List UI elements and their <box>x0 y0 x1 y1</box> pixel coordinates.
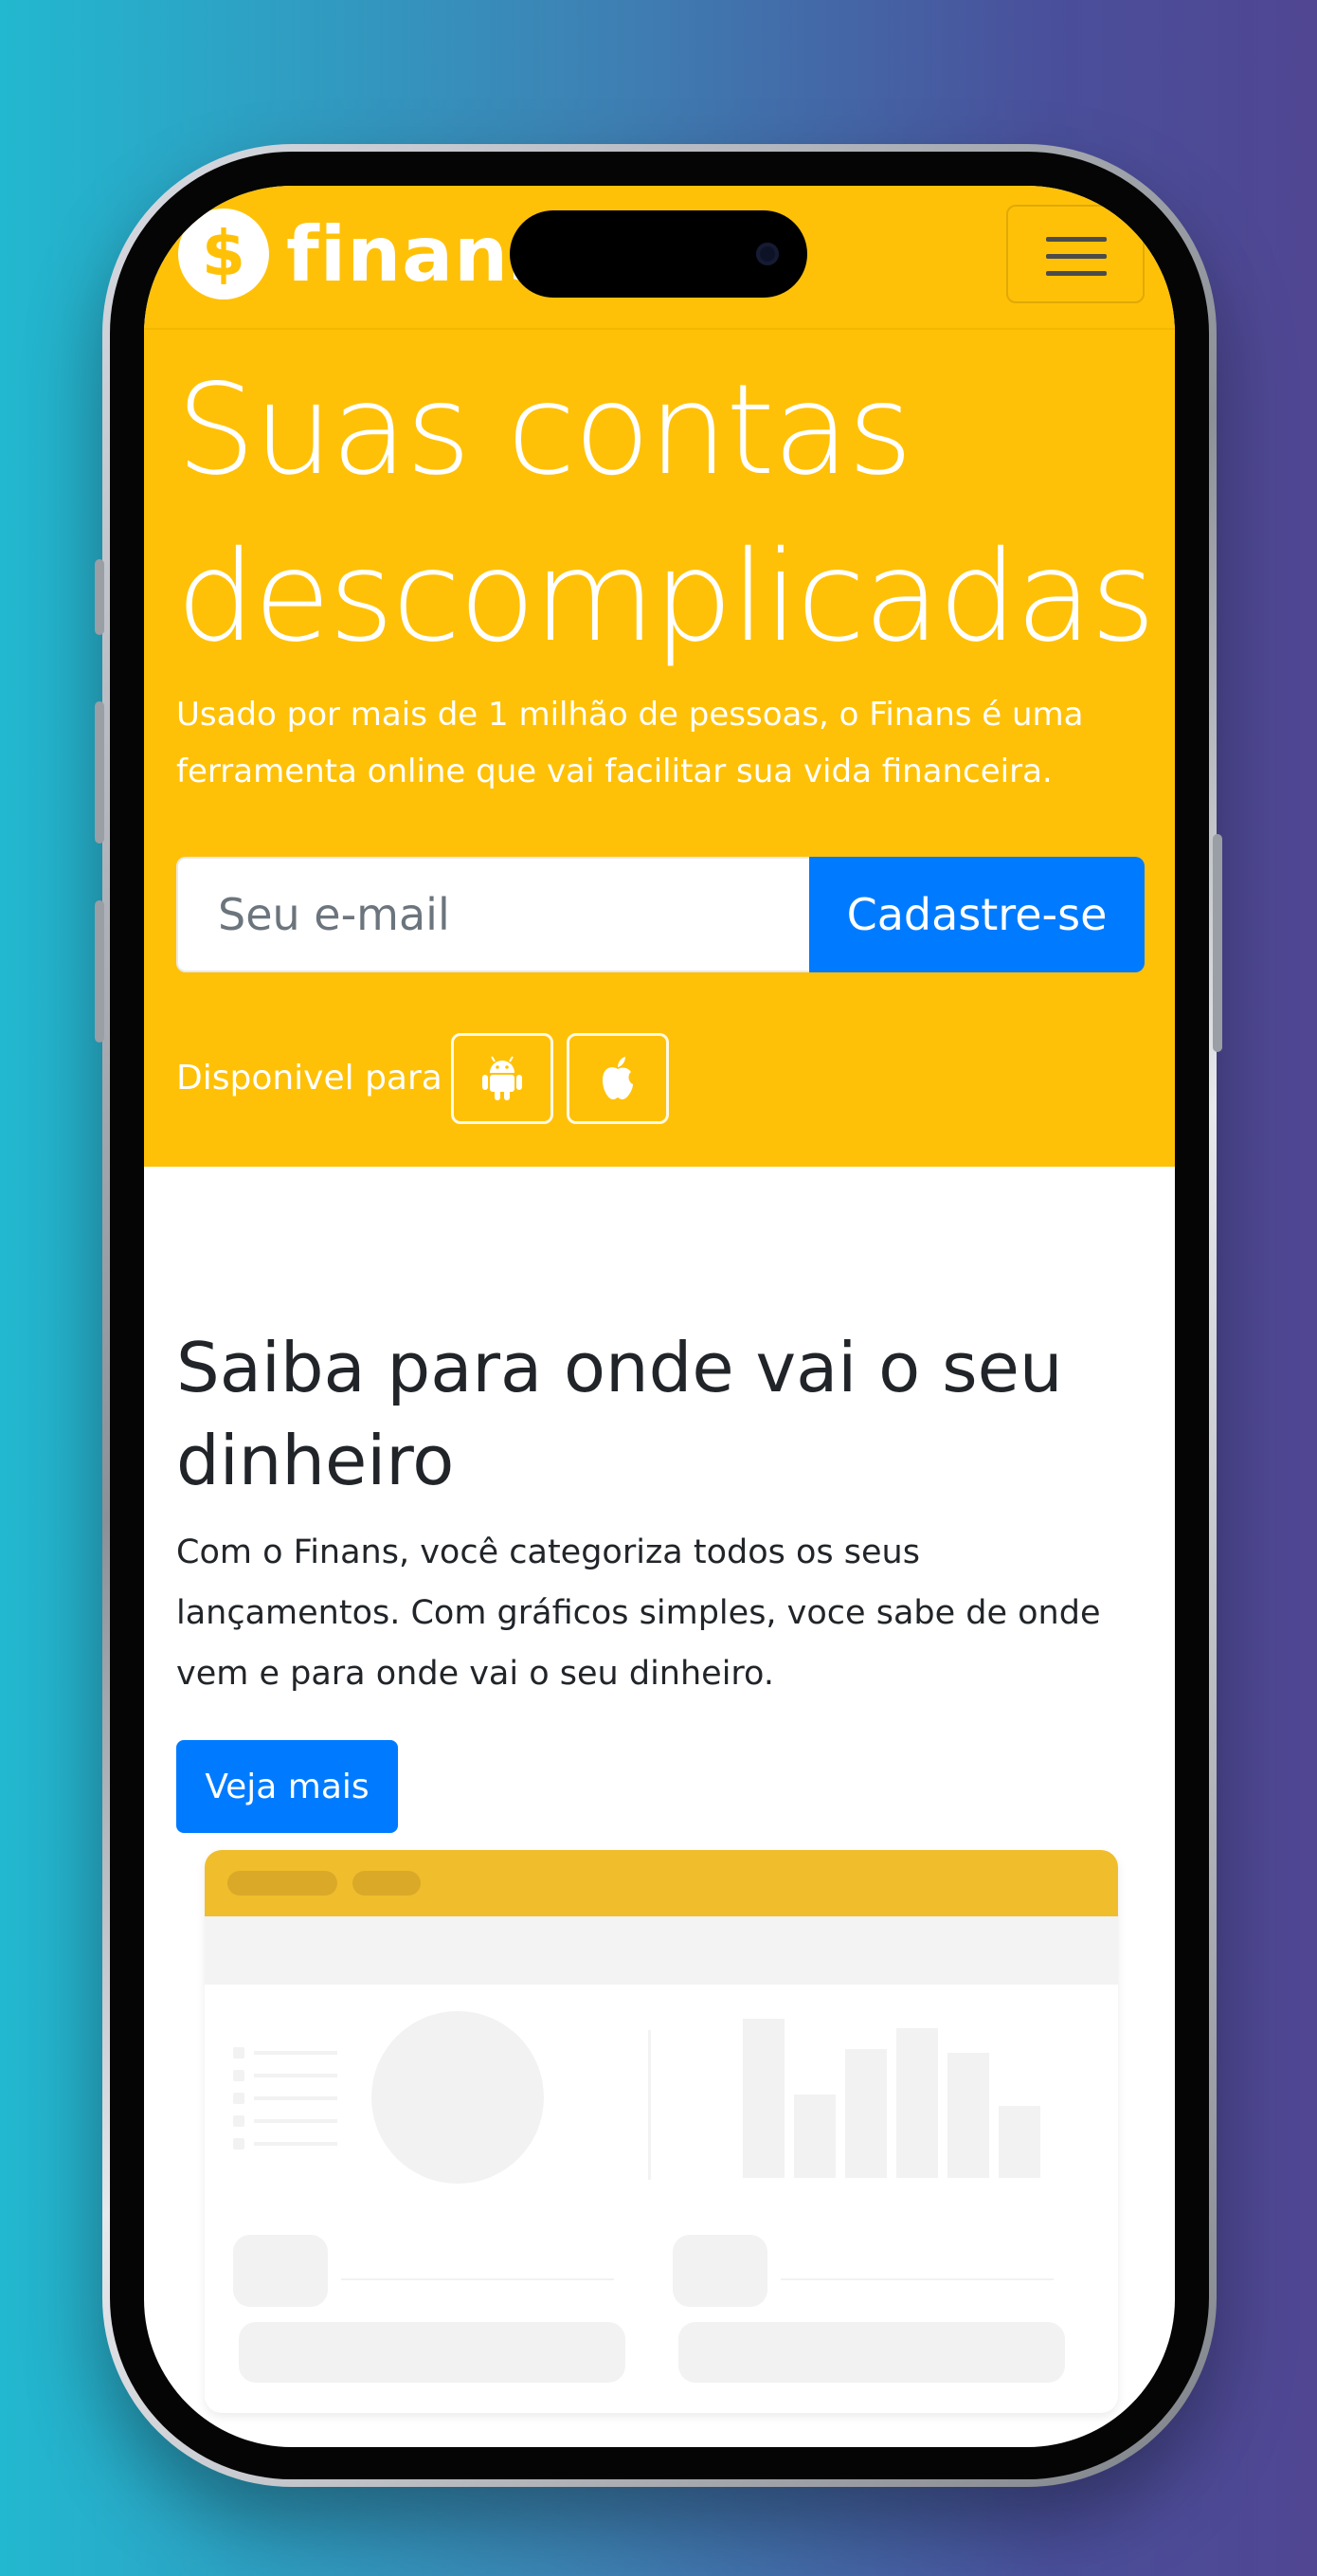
available-label: Disponivel para <box>176 1059 442 1098</box>
dashboard-mockup-image <box>205 1850 1118 2413</box>
mockup-bar <box>845 2049 887 2178</box>
mockup-header-pill <box>352 1871 421 1896</box>
mockup-card-button <box>678 2322 1065 2383</box>
mockup-header <box>205 1850 1118 1916</box>
mockup-legend <box>233 2115 244 2127</box>
front-camera <box>756 243 779 265</box>
mockup-card-line <box>341 2278 614 2280</box>
android-icon <box>482 1056 522 1100</box>
mockup-pie-chart <box>371 2011 544 2184</box>
mockup-bar <box>947 2053 989 2178</box>
mockup-header-pill <box>227 1871 337 1896</box>
mockup-bar <box>896 2028 938 2178</box>
feature-title: Saiba para onde vai o seu dinheiro <box>176 1328 1063 1500</box>
mockup-legend <box>233 2047 244 2059</box>
hero-headline: Suas contas descomplicadas <box>176 347 1162 680</box>
mockup-bar <box>794 2095 836 2178</box>
hero-section: $ finans Suas contas descomplicadas Usad… <box>144 186 1175 1167</box>
phone-action-button <box>95 559 104 635</box>
logo-dollar-icon[interactable]: $ <box>178 209 269 299</box>
hero-headline-line-2: descomplicadas <box>176 524 1156 670</box>
email-input[interactable] <box>176 857 809 972</box>
android-store-button[interactable] <box>451 1033 553 1124</box>
see-more-button[interactable]: Veja mais <box>176 1740 398 1833</box>
mockup-legend <box>233 2093 244 2104</box>
hamburger-menu-icon-line <box>1046 271 1107 276</box>
mockup-bar <box>999 2106 1040 2178</box>
feature-text: Com o Finans, você categoriza todos os s… <box>176 1533 1101 1693</box>
mockup-card-icon <box>673 2235 767 2307</box>
mockup-legend <box>233 2070 244 2081</box>
phone-volume-down-button <box>95 900 104 1043</box>
apple-store-button[interactable] <box>567 1033 669 1124</box>
apple-icon <box>603 1057 633 1099</box>
mockup-legend <box>254 2051 337 2055</box>
phone-screen: $ finans Suas contas descomplicadas Usad… <box>144 186 1175 2447</box>
hamburger-menu-icon <box>1046 237 1107 242</box>
dynamic-island <box>510 210 807 298</box>
hamburger-menu-icon-line <box>1046 254 1107 259</box>
mockup-toolbar <box>205 1916 1118 1985</box>
phone-power-button <box>1213 834 1222 1052</box>
mockup-card-button <box>239 2322 625 2383</box>
mockup-card-icon <box>233 2235 328 2307</box>
mockup-legend <box>233 2138 244 2150</box>
phone-volume-up-button <box>95 701 104 844</box>
mockup-legend <box>254 2142 337 2146</box>
mockup-divider <box>648 2030 651 2180</box>
hero-headline-line-1: Suas contas <box>176 357 912 503</box>
signup-button[interactable]: Cadastre-se <box>809 857 1145 972</box>
mockup-legend <box>254 2096 337 2100</box>
signup-form: Cadastre-se <box>176 857 1145 972</box>
hero-subtitle: Usado por mais de 1 milhão de pessoas, o… <box>176 696 1084 790</box>
mockup-legend <box>254 2119 337 2123</box>
hamburger-menu-button[interactable] <box>1006 205 1145 303</box>
mockup-bar <box>743 2019 785 2178</box>
mockup-legend <box>254 2074 337 2077</box>
mockup-card-line <box>781 2278 1054 2280</box>
